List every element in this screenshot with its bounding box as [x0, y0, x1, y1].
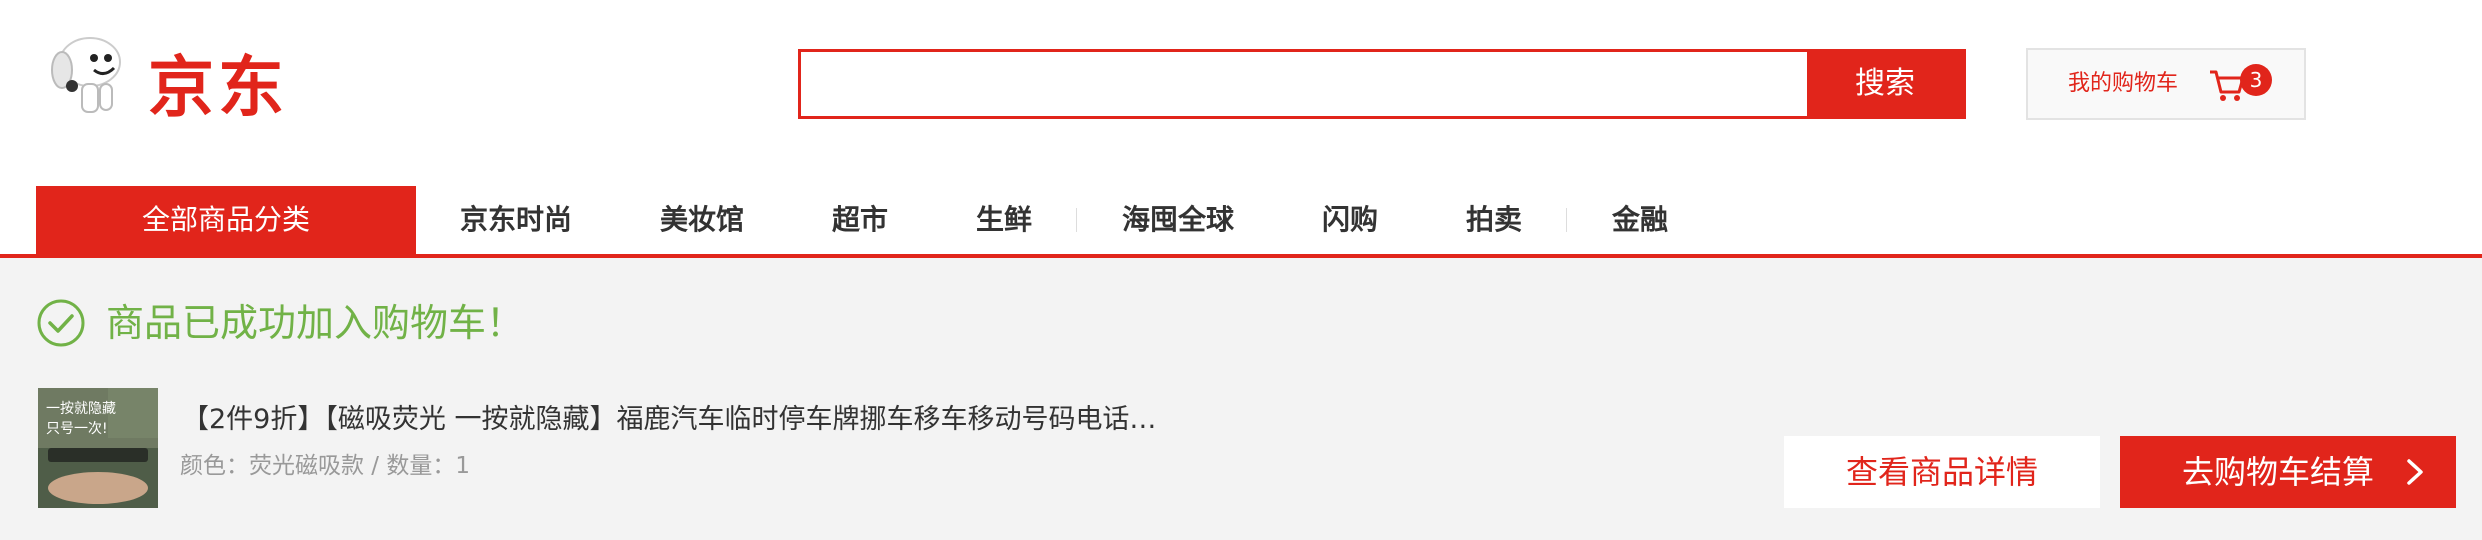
- product-title[interactable]: 【2件9折】【磁吸荧光 一按就隐藏】福鹿汽车临时停车牌挪车移车移动号码电话…: [182, 400, 1156, 440]
- cart-label: 我的购物车: [2068, 71, 2179, 96]
- nav-item-global[interactable]: 海囤全球: [1122, 186, 1234, 254]
- cart-count-badge: 3: [2240, 64, 2272, 96]
- nav-all-categories[interactable]: 全部商品分类: [36, 186, 416, 254]
- search-button[interactable]: 搜索: [1807, 52, 1963, 116]
- nav-divider: [1566, 208, 1567, 232]
- jd-logo[interactable]: 京东: [34, 28, 314, 126]
- site-header: 京东 搜索 我的购物车 3: [0, 0, 2482, 186]
- nav-item-supermarket[interactable]: 超市: [832, 186, 888, 254]
- nav-divider: [1076, 208, 1077, 232]
- nav-item-fresh[interactable]: 生鲜: [976, 186, 1032, 254]
- my-cart-button[interactable]: 我的购物车 3: [2026, 48, 2306, 120]
- add-to-cart-result: 商品已成功加入购物车！ 一按就隐藏 只号一次! 【2件9折】【磁吸荧光 一按就隐…: [0, 258, 2482, 540]
- product-meta: 颜色：荧光磁吸款 / 数量：1: [180, 453, 471, 479]
- nav-item-finance[interactable]: 金融: [1612, 186, 1668, 254]
- checkout-label: 去购物车结算: [2182, 453, 2375, 491]
- search-input[interactable]: [801, 52, 1809, 116]
- search-bar: 搜索: [798, 49, 1966, 119]
- thumb-caption-2: 只号一次!: [46, 421, 108, 437]
- view-product-detail-button[interactable]: 查看商品详情: [1784, 436, 2100, 508]
- thumb-caption-1: 一按就隐藏: [46, 401, 116, 417]
- nav-item-flash-sale[interactable]: 闪购: [1322, 186, 1378, 254]
- nav-item-beauty[interactable]: 美妆馆: [660, 186, 744, 254]
- nav-item-auction[interactable]: 拍卖: [1466, 186, 1522, 254]
- main-nav: 全部商品分类 京东时尚 美妆馆 超市 生鲜 海囤全球 闪购 拍卖 金融: [0, 186, 2482, 258]
- success-check-icon: [37, 299, 85, 347]
- success-message: 商品已成功加入购物车！: [106, 301, 525, 345]
- chevron-right-icon: [2407, 459, 2423, 485]
- nav-item-fashion[interactable]: 京东时尚: [460, 186, 572, 254]
- jd-mascot-icon: [51, 37, 121, 113]
- logo-text: 京东: [148, 49, 288, 126]
- go-to-cart-checkout-button[interactable]: 去购物车结算: [2120, 436, 2456, 508]
- product-thumbnail[interactable]: 一按就隐藏 只号一次!: [38, 388, 158, 508]
